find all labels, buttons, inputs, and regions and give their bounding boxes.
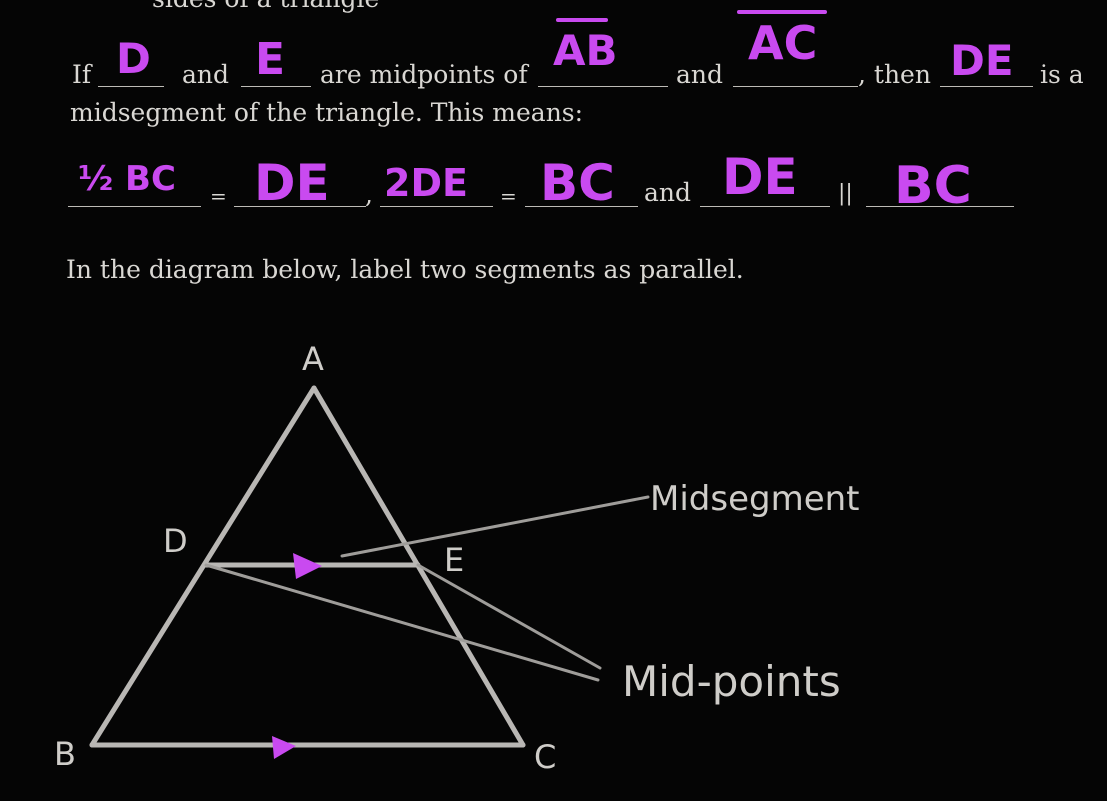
callout-label-midpoints: Mid-points [622,657,841,706]
vertex-label-e: E [444,541,464,579]
callout-line-midpoint-d [204,563,600,682]
vertex-label-d: D [163,522,188,560]
callout-line-midsegment [340,495,650,558]
vertex-label-b: B [54,735,76,773]
callout-label-midsegment: Midsegment [650,479,860,519]
vertex-label-c: C [534,738,556,776]
parallel-arrow-de-icon [293,553,322,579]
triangle-diagram: A B C D E Midsegment Mid-points [54,340,860,776]
parallel-arrow-bc-icon [272,736,296,759]
vertex-label-a: A [302,340,324,378]
